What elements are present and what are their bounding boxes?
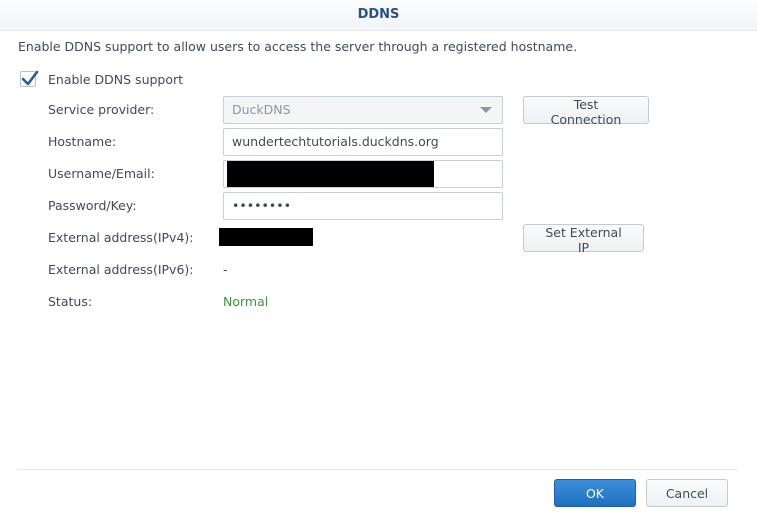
hostname-label: Hostname: (48, 134, 117, 149)
service-provider-select[interactable]: DuckDNS (223, 96, 503, 124)
username-label: Username/Email: (48, 166, 155, 181)
test-connection-button[interactable]: Test Connection (523, 96, 649, 127)
enable-ddns-label: Enable DDNS support (48, 71, 184, 87)
enable-ddns-checkbox-row[interactable]: Enable DDNS support (20, 69, 183, 89)
external-ipv4-redaction (219, 228, 313, 246)
external-ipv6-label: External address(IPv6): (48, 262, 194, 277)
hostname-input[interactable]: wundertechtutorials.duckdns.org (223, 128, 503, 156)
chevron-down-icon (480, 107, 492, 113)
status-value: Normal (223, 294, 269, 309)
status-label: Status: (48, 294, 93, 309)
checkmark-icon (21, 70, 39, 86)
enable-ddns-checkbox[interactable] (20, 70, 39, 87)
dialog-title: DDNS (0, 0, 757, 31)
dialog-description: Enable DDNS support to allow users to ac… (18, 39, 578, 54)
external-ipv6-value: - (223, 262, 228, 277)
set-external-ip-button[interactable]: Set External IP (523, 224, 644, 255)
footer-divider (18, 469, 738, 470)
password-input[interactable]: •••••••• (223, 192, 503, 220)
ok-button[interactable]: OK (554, 479, 636, 507)
service-provider-label: Service provider: (48, 102, 155, 117)
external-ipv4-label: External address(IPv4): (48, 230, 194, 245)
service-provider-value: DuckDNS (232, 102, 291, 117)
username-redaction (227, 161, 434, 187)
password-label: Password/Key: (48, 198, 137, 213)
cancel-button[interactable]: Cancel (646, 479, 728, 507)
